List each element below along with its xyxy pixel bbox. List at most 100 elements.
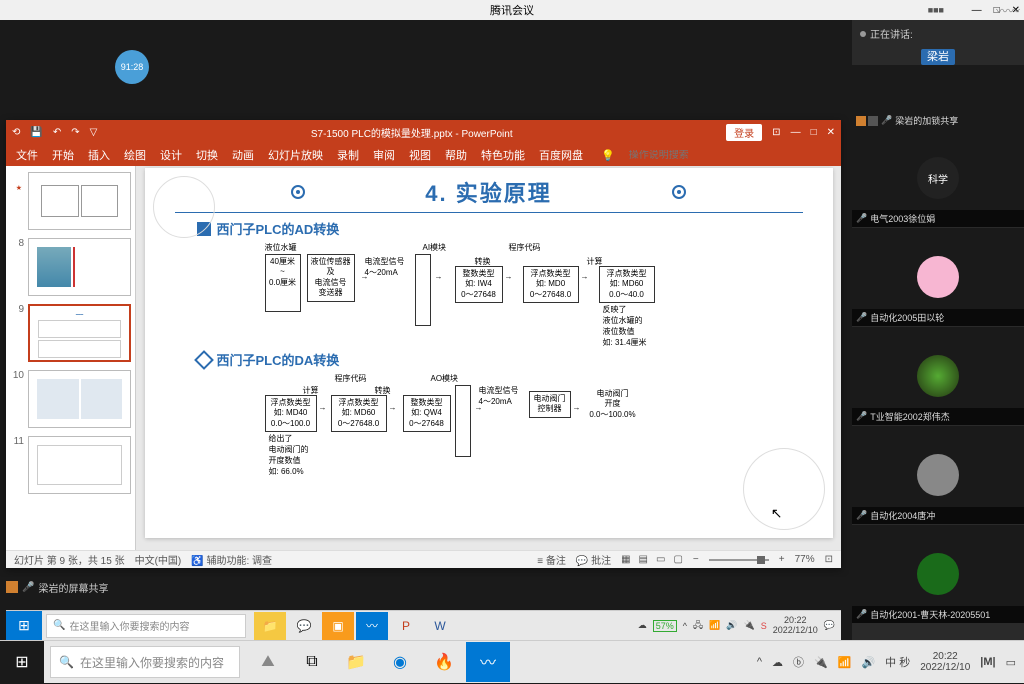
- thumb-8[interactable]: [28, 238, 131, 296]
- redo-icon[interactable]: ↷: [71, 127, 79, 138]
- thumb-11[interactable]: [28, 436, 131, 494]
- slideshow-icon[interactable]: ▽: [90, 127, 98, 138]
- inner-app-word[interactable]: W: [424, 612, 456, 640]
- battery-icon: ■■■: [928, 5, 944, 15]
- inner-tray-power[interactable]: 🔌: [744, 620, 755, 631]
- inner-tray-up[interactable]: ^: [683, 621, 687, 631]
- comments-button[interactable]: 💬 批注: [576, 552, 611, 567]
- thumb-9[interactable]: ━━━: [28, 304, 131, 362]
- participant-2[interactable]: 🎤自动化2005田以轮: [852, 228, 1024, 326]
- outer-tray-vol[interactable]: 🔊: [861, 656, 875, 669]
- outer-app-tencent-meeting[interactable]: 〰: [466, 642, 510, 682]
- inner-app-powerpoint[interactable]: P: [390, 612, 422, 640]
- outer-search-box[interactable]: 🔍 在这里输入你要搜索的内容: [50, 646, 240, 678]
- save-icon[interactable]: 💾: [30, 127, 42, 138]
- sorter-view-icon[interactable]: ▤: [639, 554, 648, 565]
- tab-view[interactable]: 视图: [409, 147, 431, 163]
- outer-app-1[interactable]: ⛰: [246, 642, 290, 682]
- tab-record[interactable]: 录制: [337, 147, 359, 163]
- timer-badge: 91:28: [115, 50, 149, 84]
- thumb-top[interactable]: [28, 172, 131, 230]
- inner-notifications-icon[interactable]: 💬: [824, 620, 835, 631]
- outer-tray-power[interactable]: 🔌: [814, 656, 828, 669]
- reading-view-icon[interactable]: ▭: [656, 554, 665, 565]
- participant-5[interactable]: 🎤自动化2001-曹天林-20205501: [852, 525, 1024, 623]
- tab-design[interactable]: 设计: [160, 147, 182, 163]
- participant-3[interactable]: 🎤T业智能2002郑伟杰: [852, 327, 1024, 425]
- outer-app-taskview[interactable]: ⧉: [290, 642, 334, 682]
- tab-baidu[interactable]: 百度网盘: [539, 147, 583, 163]
- tab-review[interactable]: 审阅: [373, 147, 395, 163]
- participant-1[interactable]: 科学🎤电气2003徐位娟: [852, 129, 1024, 227]
- login-button[interactable]: 登录: [726, 124, 762, 141]
- outer-app-explorer[interactable]: 📁: [334, 642, 378, 682]
- ppt-minimize-icon[interactable]: —: [791, 127, 801, 138]
- outer-tray-bt[interactable]: ⓑ: [793, 654, 804, 670]
- notes-button[interactable]: ≡ 备注: [537, 552, 566, 567]
- slide-thumbnails[interactable]: ★ 8 9━━━ 10 11: [6, 166, 136, 550]
- inner-app-wechat[interactable]: 💬: [288, 612, 320, 640]
- thumb-10[interactable]: [28, 370, 131, 428]
- accessibility-label[interactable]: ♿ 辅助功能: 调查: [191, 552, 272, 567]
- inner-tray-vol[interactable]: 🔊: [726, 620, 737, 631]
- dot-marker-right: [672, 185, 686, 199]
- sharing-badge-icon: [6, 581, 18, 593]
- tell-me-input[interactable]: [629, 150, 709, 161]
- inner-app-vm[interactable]: ▣: [322, 612, 354, 640]
- ppt-close-icon[interactable]: ✕: [827, 127, 835, 138]
- outer-start-button[interactable]: ⊞: [0, 641, 44, 684]
- inner-tray-net[interactable]: 🖧: [693, 618, 703, 634]
- autosave-icon[interactable]: ⟲: [12, 127, 20, 138]
- slideshow-view-icon[interactable]: ▢: [673, 554, 682, 565]
- ppt-maximize-icon[interactable]: □: [811, 127, 817, 138]
- mic-icon: 🎤: [22, 582, 34, 593]
- meeting-title: 腾讯会议: [490, 2, 534, 18]
- inner-tray-battery[interactable]: 57%: [653, 620, 677, 632]
- outer-clock[interactable]: 20:22 2022/12/10: [920, 651, 970, 674]
- outer-app-firefox[interactable]: 🔥: [422, 642, 466, 682]
- zoom-level[interactable]: 77%: [795, 554, 815, 565]
- diagram-ad: 液位水罐 40厘米 ~ 0.0厘米 液位传感器 及 电流信号 变送器 电流型信号…: [265, 242, 833, 346]
- outer-tray-onedrive[interactable]: ☁: [772, 656, 783, 669]
- inner-clock[interactable]: 20:22 2022/12/10: [773, 616, 818, 636]
- outer-tray-up[interactable]: ^: [757, 656, 762, 668]
- minimize-icon[interactable]: —: [972, 5, 982, 16]
- tab-home[interactable]: 开始: [52, 147, 74, 163]
- tab-help[interactable]: 帮助: [445, 147, 467, 163]
- diagram-da: 程序代码 计算 浮点数类型 如: MD40 0.0～100.0 → 浮点数类型 …: [265, 373, 833, 485]
- outer-notifications-icon[interactable]: ▭: [1006, 656, 1016, 669]
- zoom-slider[interactable]: [709, 559, 769, 561]
- outer-tray-ime[interactable]: 中 秒: [885, 654, 910, 670]
- normal-view-icon[interactable]: ▦: [621, 554, 630, 565]
- inner-search-box[interactable]: 🔍 在这里输入你要搜索的内容: [46, 614, 246, 638]
- tab-transition[interactable]: 切换: [196, 147, 218, 163]
- presenter-card[interactable]: 🎤梁岩的加锁共享: [852, 65, 1024, 129]
- tab-features[interactable]: 特色功能: [481, 147, 525, 163]
- inner-app-tencent[interactable]: 〰: [356, 612, 388, 640]
- outer-tray-net[interactable]: 📶: [838, 656, 852, 669]
- tab-insert[interactable]: 插入: [88, 147, 110, 163]
- inner-app-explorer[interactable]: 📁: [254, 612, 286, 640]
- section-1-header: 西门子PLC的AD转换: [197, 219, 833, 238]
- participants-panel: 正在讲话: 〰〰 梁岩 🎤梁岩的加锁共享 科学🎤电气2003徐位娟 🎤自动化20…: [852, 20, 1024, 640]
- tab-animation[interactable]: 动画: [232, 147, 254, 163]
- ribbon-display-icon[interactable]: ⊡: [772, 127, 780, 138]
- inner-tray-cloud[interactable]: ☁: [638, 620, 647, 631]
- lang-label[interactable]: 中文(中国): [135, 552, 182, 567]
- tab-file[interactable]: 文件: [16, 147, 38, 163]
- zoom-in[interactable]: +: [779, 554, 785, 565]
- inner-tray-wifi[interactable]: 📶: [709, 620, 720, 631]
- outer-app-edge[interactable]: ◉: [378, 642, 422, 682]
- slide-title: 4. 实验原理: [425, 176, 551, 208]
- fit-icon[interactable]: ⊡: [825, 554, 833, 565]
- outer-tray-m[interactable]: |M|: [980, 656, 995, 668]
- tab-slideshow[interactable]: 幻灯片放映: [268, 147, 323, 163]
- participant-4[interactable]: 🎤自动化2004唐冲: [852, 426, 1024, 524]
- undo-icon[interactable]: ↶: [53, 127, 61, 138]
- tab-draw[interactable]: 绘图: [124, 147, 146, 163]
- spotlight-speaker: 梁岩: [921, 49, 955, 65]
- zoom-out[interactable]: −: [693, 554, 699, 565]
- inner-tray-ime[interactable]: S: [761, 621, 767, 631]
- inner-start-button[interactable]: ⊞: [6, 611, 42, 641]
- layout-icons[interactable]: 〰〰: [996, 2, 1020, 19]
